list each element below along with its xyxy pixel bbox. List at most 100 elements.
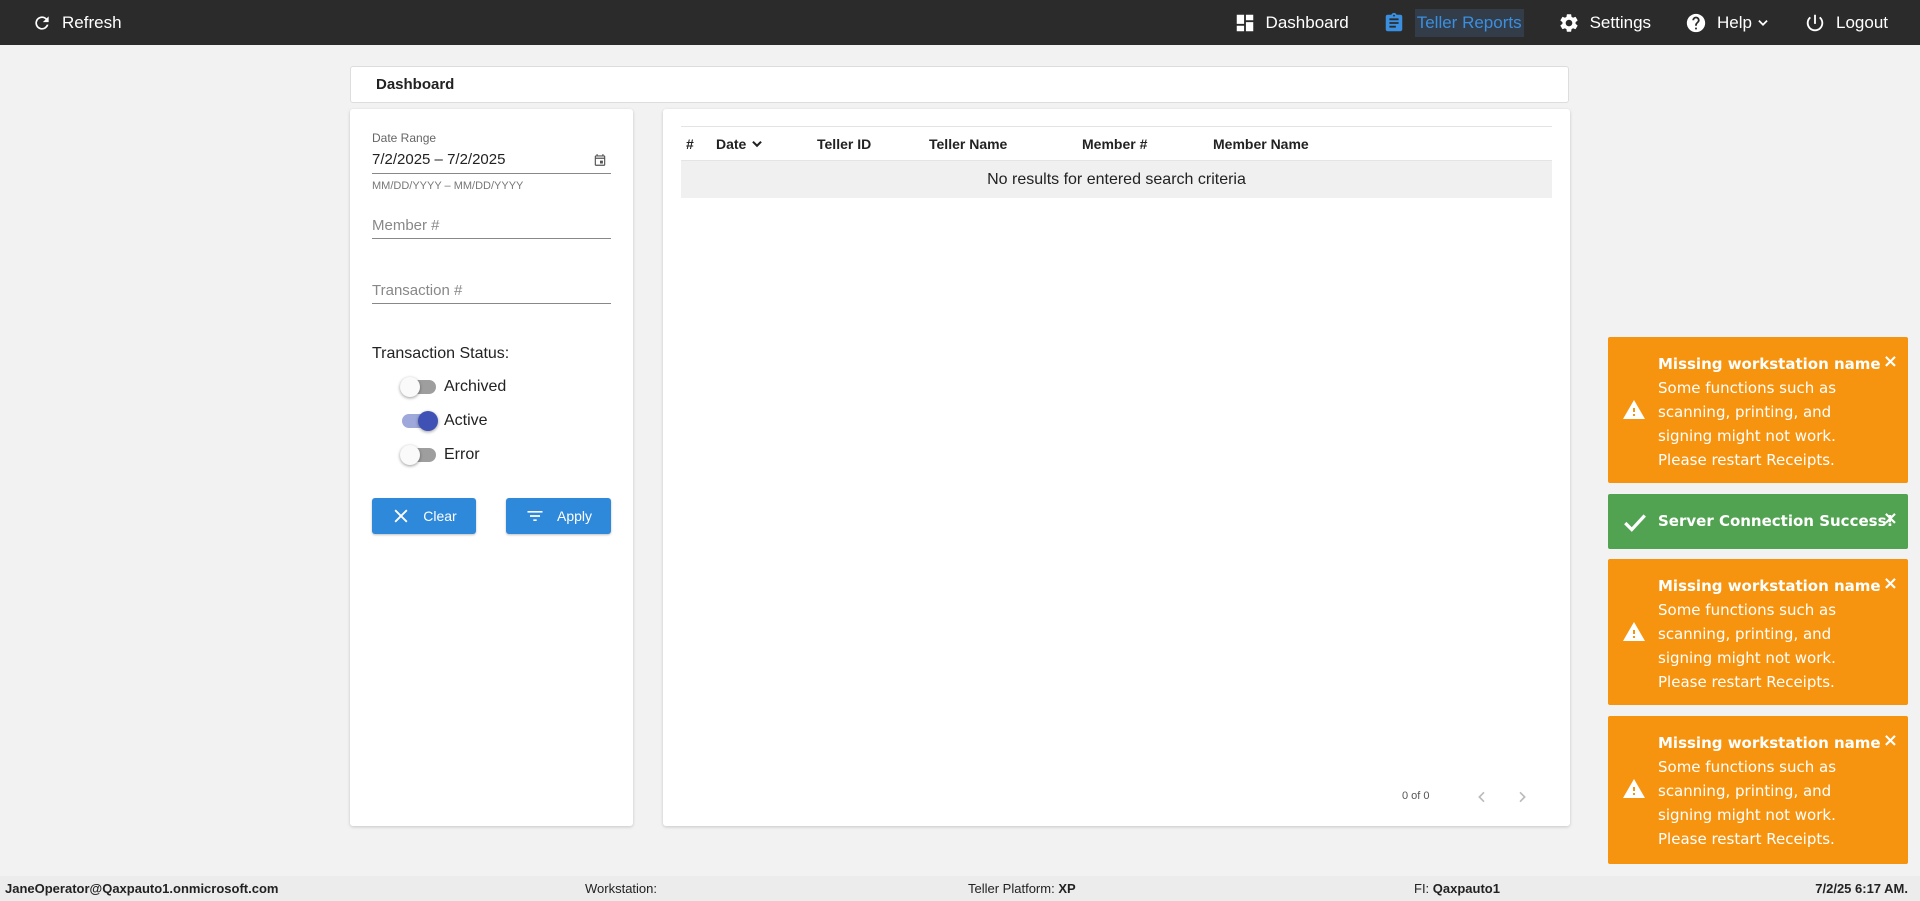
pager-count: 0 of 0	[1402, 790, 1430, 802]
chevron-right-icon	[1519, 791, 1526, 803]
toast-success[interactable]: Server Connection Success! ×	[1608, 494, 1908, 549]
transaction-number-input[interactable]	[372, 282, 611, 304]
apply-label: Apply	[556, 508, 593, 524]
warning-icon	[1623, 622, 1645, 641]
archived-label: Archived	[444, 378, 507, 395]
error-switch[interactable]	[400, 445, 436, 465]
nav-help-label: Help	[1717, 12, 1752, 32]
toast-warning[interactable]: Missing workstation name Some functions …	[1608, 337, 1908, 483]
nav-logout[interactable]: Logout	[1787, 0, 1920, 45]
date-range-hint: MM/DD/YYYY – MM/DD/YYYY	[372, 180, 524, 192]
toast-body: Some functions such as scanning, printin…	[1658, 379, 1837, 469]
sort-down-icon	[752, 140, 763, 147]
refresh-icon	[35, 15, 49, 30]
apply-button[interactable]: Apply	[506, 498, 611, 534]
filter-icon	[527, 511, 543, 521]
warning-icon	[1623, 779, 1645, 798]
column-header-teller-name[interactable]: Teller Name	[929, 127, 1007, 160]
chevron-left-icon	[1478, 791, 1485, 803]
page-title-card: Dashboard	[350, 66, 1569, 103]
calendar-icon[interactable]	[593, 153, 607, 167]
member-number-input[interactable]	[372, 217, 611, 239]
toast-body: Some functions such as scanning, printin…	[1658, 758, 1837, 848]
main-nav: Dashboard Teller Reports Settings Help L…	[1217, 0, 1920, 45]
toast-warning[interactable]: Missing workstation name Some functions …	[1608, 559, 1908, 705]
filter-panel: Date Range 7/2/2025 – 7/2/2025 MM/DD/YYY…	[350, 109, 633, 826]
clear-button[interactable]: Clear	[372, 498, 476, 534]
column-header-member-number[interactable]: Member #	[1082, 127, 1147, 160]
footer-fi-label: FI:	[1414, 881, 1430, 896]
toast-title: Missing workstation name	[1658, 577, 1881, 595]
results-panel: # Date Teller ID Teller Name Member # Me…	[663, 109, 1570, 826]
footer-platform: Teller Platform: XP	[968, 881, 1076, 896]
footer-workstation: Workstation:	[585, 881, 657, 896]
column-header-number[interactable]: #	[686, 127, 694, 160]
nav-dashboard[interactable]: Dashboard	[1217, 0, 1366, 45]
gear-icon	[1560, 13, 1578, 32]
member-number-field	[372, 217, 611, 239]
toast-title: Server Connection Success!	[1658, 512, 1894, 530]
chevron-down-icon	[1758, 19, 1768, 26]
nav-teller-reports[interactable]: Teller Reports	[1366, 0, 1541, 45]
error-label: Error	[444, 446, 480, 463]
empty-results-message: No results for entered search criteria	[987, 170, 1246, 188]
help-icon	[1686, 13, 1706, 32]
toast-close-button[interactable]: ×	[1883, 730, 1898, 751]
column-teller-id-label: Teller ID	[817, 135, 872, 152]
toast-title: Missing workstation name	[1658, 355, 1881, 373]
date-range-label: Date Range	[372, 131, 437, 145]
column-number-label: #	[686, 135, 694, 152]
toast-warning[interactable]: Missing workstation name Some functions …	[1608, 716, 1908, 864]
nav-settings-label: Settings	[1589, 12, 1652, 32]
clear-label: Clear	[423, 508, 457, 524]
column-header-member-name[interactable]: Member Name	[1213, 127, 1309, 160]
toast-close-button[interactable]: ×	[1883, 351, 1898, 372]
dashboard-icon	[1236, 14, 1253, 31]
footer-workstation-label: Workstation:	[585, 881, 658, 896]
footer-fi: FI: Qaxpauto1	[1414, 881, 1500, 896]
status-toggle-error[interactable]: Error	[400, 445, 480, 465]
next-page-button[interactable]	[1510, 785, 1534, 809]
top-bar: Refresh Dashboard Teller Reports Setting…	[0, 0, 1920, 45]
refresh-label: Refresh	[62, 12, 122, 32]
footer-fi-value: Qaxpauto1	[1432, 881, 1500, 896]
column-member-number-label: Member #	[1082, 135, 1148, 152]
toast-close-button[interactable]: ×	[1883, 573, 1898, 594]
transaction-number-field	[372, 282, 611, 304]
active-label: Active	[444, 412, 488, 429]
status-toggle-active[interactable]: Active	[402, 411, 488, 431]
nav-settings[interactable]: Settings	[1541, 0, 1668, 45]
status-footer: JaneOperator@Qaxpauto1.onmicrosoft.com W…	[0, 876, 1920, 901]
table-header: # Date Teller ID Teller Name Member # Me…	[681, 126, 1552, 161]
toast-body: Some functions such as scanning, printin…	[1658, 601, 1837, 691]
nav-dashboard-label: Dashboard	[1265, 12, 1349, 32]
nav-logout-label: Logout	[1836, 12, 1888, 32]
clipboard-icon	[1385, 12, 1402, 31]
nav-help[interactable]: Help	[1668, 0, 1787, 45]
power-icon	[1806, 14, 1824, 31]
nav-teller-reports-label: Teller Reports	[1414, 8, 1524, 37]
footer-platform-value: XP	[1058, 881, 1076, 896]
date-range-value[interactable]: 7/2/2025 – 7/2/2025	[372, 151, 505, 168]
column-member-name-label: Member Name	[1213, 135, 1309, 152]
checkmark-icon	[1624, 514, 1646, 532]
status-toggle-archived[interactable]: Archived	[400, 377, 507, 397]
refresh-button[interactable]: Refresh	[32, 0, 122, 45]
active-switch[interactable]	[402, 411, 438, 431]
column-date-label: Date	[716, 135, 747, 152]
column-teller-name-label: Teller Name	[929, 135, 1008, 152]
toast-close-button[interactable]: ×	[1883, 508, 1898, 529]
column-header-date[interactable]: Date	[716, 127, 764, 160]
previous-page-button[interactable]	[1470, 785, 1494, 809]
footer-user: JaneOperator@Qaxpauto1.onmicrosoft.com	[5, 881, 279, 896]
close-icon	[394, 509, 408, 523]
warning-icon	[1623, 400, 1645, 419]
empty-results-row: No results for entered search criteria	[681, 161, 1552, 198]
footer-datetime: 7/2/25 6:17 AM.	[1815, 881, 1908, 896]
date-range-field[interactable]: Date Range 7/2/2025 – 7/2/2025 MM/DD/YYY…	[372, 131, 611, 192]
footer-platform-label: Teller Platform:	[968, 881, 1055, 896]
transaction-status-title: Transaction Status:	[372, 345, 510, 362]
archived-switch[interactable]	[400, 377, 436, 397]
toast-title: Missing workstation name	[1658, 734, 1881, 752]
column-header-teller-id[interactable]: Teller ID	[817, 127, 871, 160]
